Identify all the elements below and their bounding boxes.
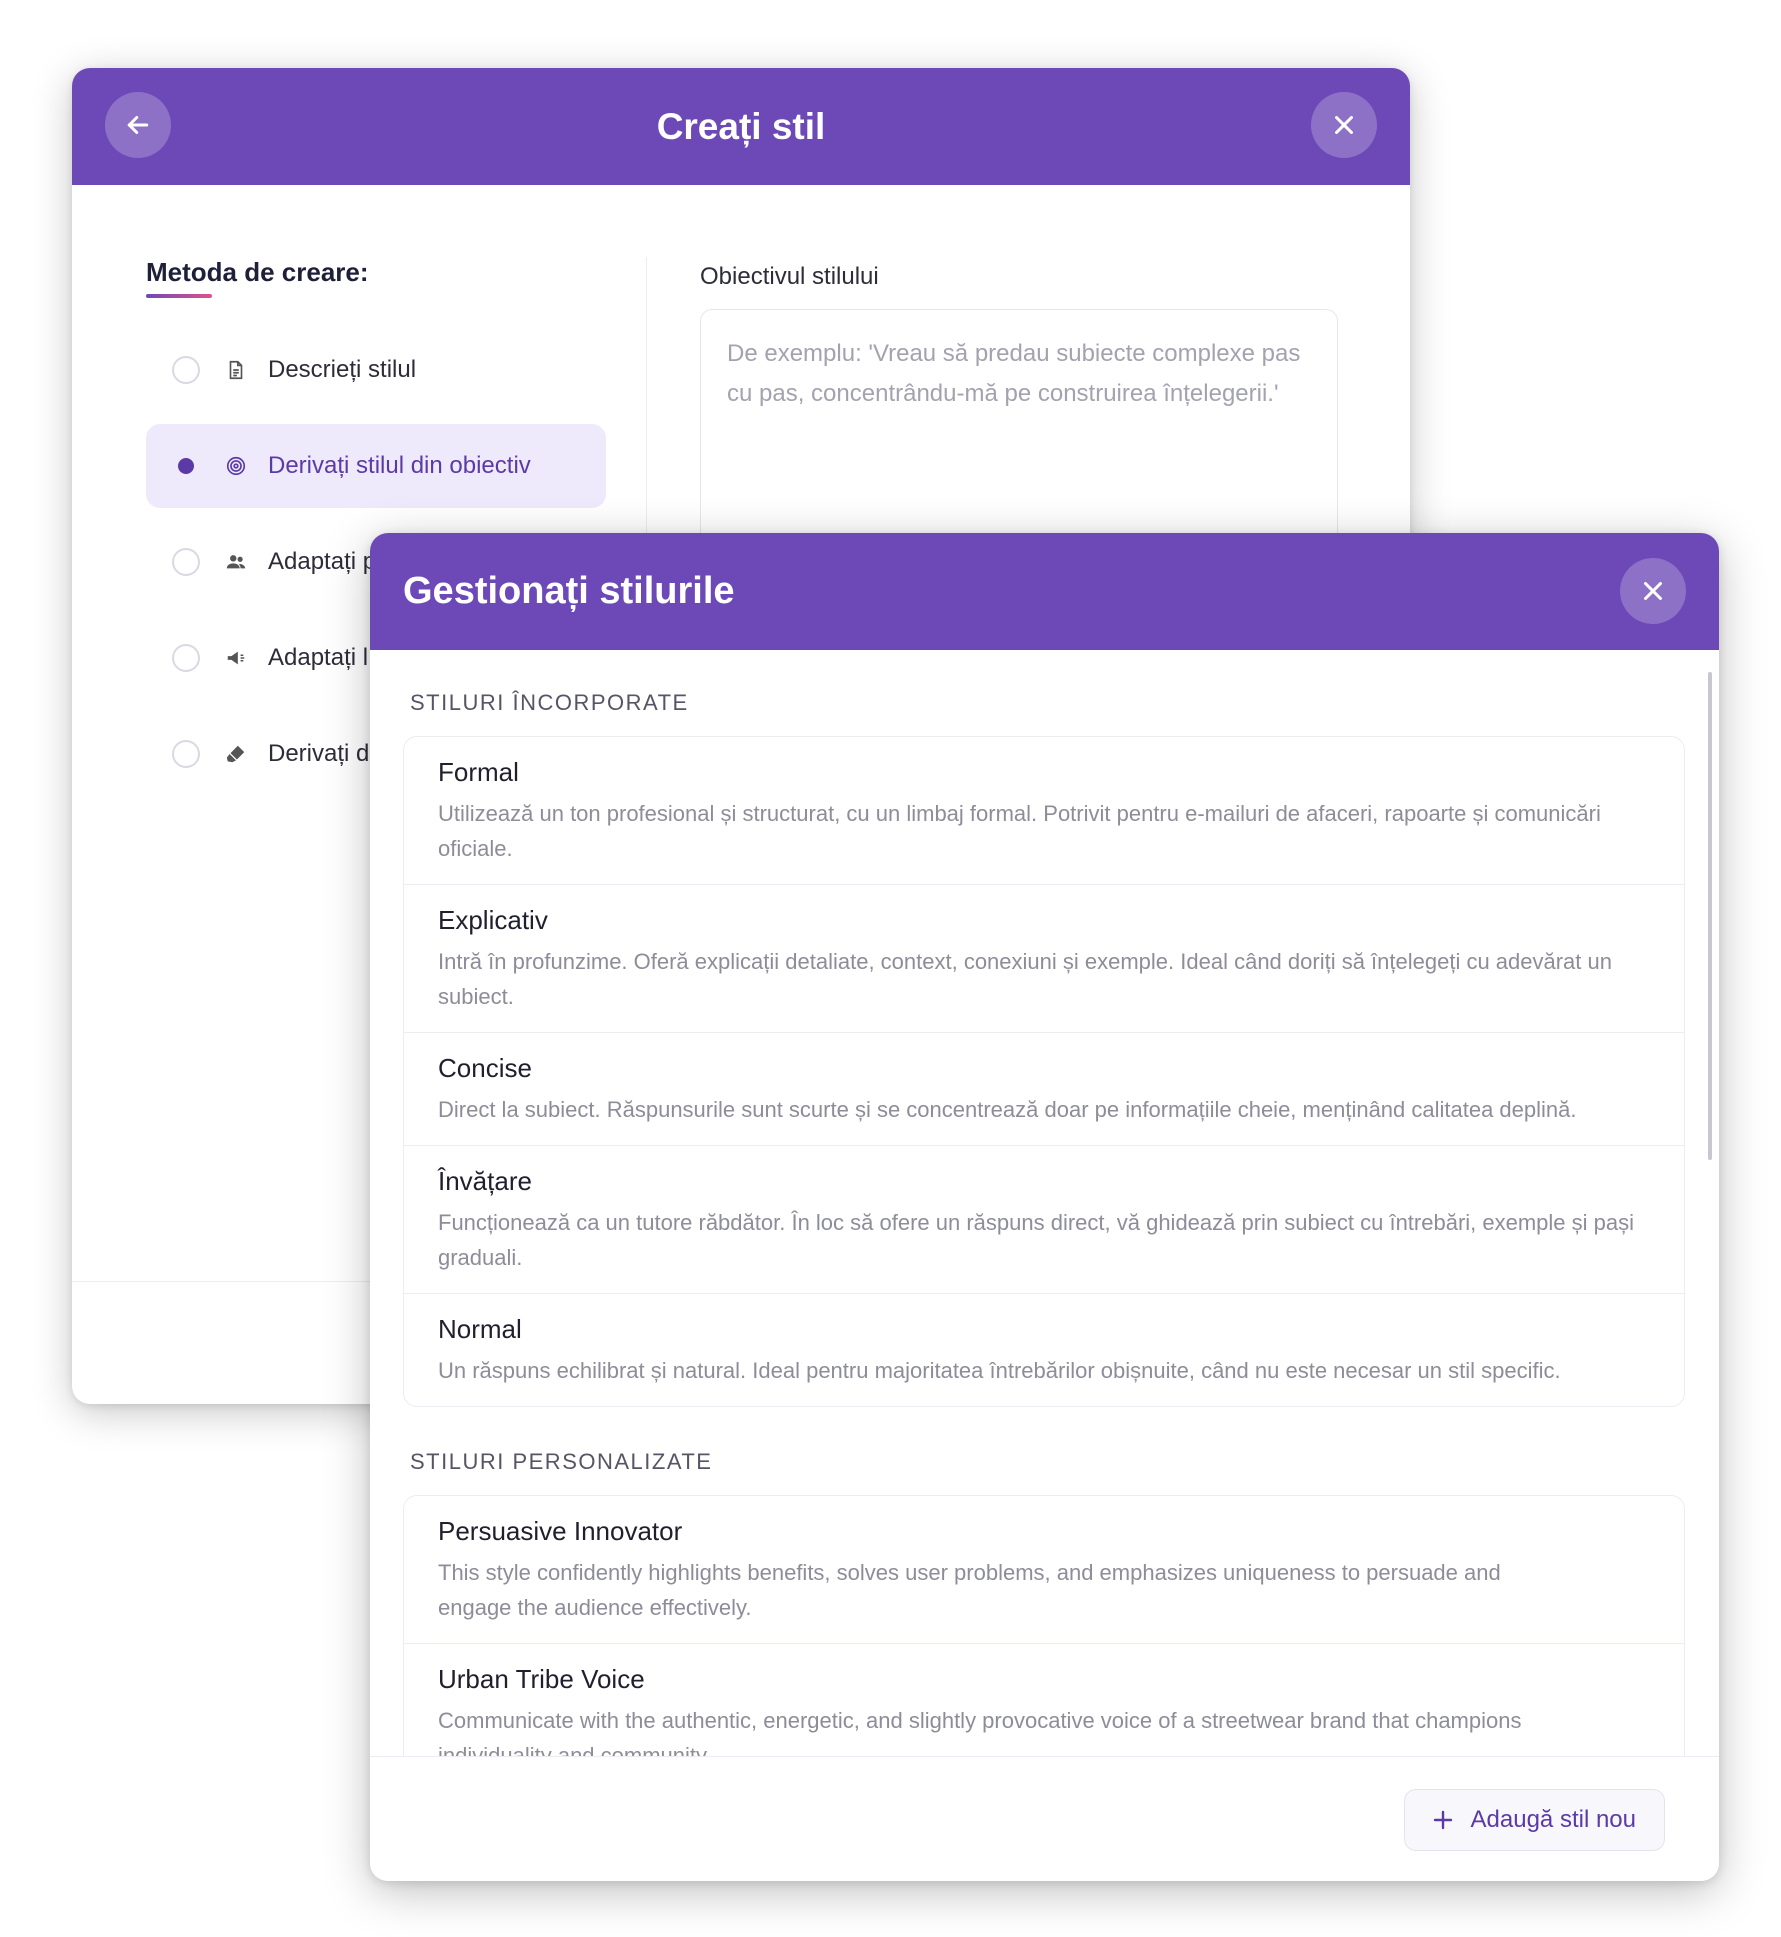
radio-button[interactable] (172, 740, 200, 768)
style-description: Un răspuns echilibrat și natural. Ideal … (438, 1358, 1561, 1383)
styles-list-scroll-area[interactable]: STILURI ÎNCORPORATE Formal Utilizează un… (370, 650, 1719, 1756)
method-label: Metoda de creare: (146, 257, 369, 298)
radio-button[interactable] (172, 644, 200, 672)
method-label-text: Adaptați l (268, 644, 369, 671)
method-label-text: Adaptați p (268, 548, 377, 575)
style-name: Urban Tribe Voice (438, 1664, 645, 1694)
radio-button-selected[interactable] (172, 452, 200, 480)
style-description: This style confidently highlights benefi… (438, 1560, 1501, 1620)
style-name: Persuasive Innovator (438, 1516, 683, 1546)
style-item-concise[interactable]: Concise Direct la subiect. Răspunsurile … (404, 1033, 1684, 1146)
style-description: Funcționează ca un tutore răbdător. În l… (438, 1210, 1635, 1270)
manage-styles-title: Gestionați stilurile (403, 570, 735, 612)
style-name: Concise (438, 1053, 532, 1083)
style-goal-label: Obiectivul stilului (700, 263, 879, 290)
method-label-text: Descrieți stilul (268, 356, 417, 383)
create-style-title: Creați stil (656, 105, 826, 147)
style-item-normal[interactable]: Normal Un răspuns echilibrat și natural.… (404, 1294, 1684, 1406)
style-item-urban-tribe-voice[interactable]: Urban Tribe Voice Communicate with the a… (404, 1644, 1684, 1756)
style-item-persuasive-innovator[interactable]: Persuasive Innovator This style confiden… (404, 1496, 1684, 1644)
back-button[interactable] (105, 92, 171, 158)
scrollbar-thumb[interactable] (1708, 672, 1712, 1160)
megaphone-icon (224, 646, 248, 670)
method-describe-style[interactable]: Descrieți stilul (146, 328, 606, 412)
method-label-text: Derivați stilul din obiectiv (268, 452, 531, 479)
create-style-header: Creați stil (72, 68, 1410, 185)
style-description: Utilizează un ton profesional și structu… (438, 801, 1601, 861)
custom-styles-heading: STILURI PERSONALIZATE (410, 1449, 713, 1474)
custom-styles-list: Persuasive Innovator This style confiden… (403, 1495, 1685, 1756)
arrow-left-icon (127, 116, 149, 134)
style-item-formal[interactable]: Formal Utilizează un ton profesional și … (404, 737, 1684, 885)
radio-button[interactable] (172, 548, 200, 576)
method-label-text: Derivați d (268, 740, 370, 767)
method-derive-from-goal[interactable]: Derivați stilul din obiectiv (146, 424, 606, 508)
style-description: Communicate with the authentic, energeti… (438, 1708, 1522, 1756)
style-name: Normal (438, 1314, 522, 1344)
style-name: Formal (438, 757, 519, 787)
style-item-explicativ[interactable]: Explicativ Intră în profunzime. Oferă ex… (404, 885, 1684, 1033)
add-new-style-button[interactable]: Adaugă stil nou (1403, 1789, 1665, 1851)
style-name: Explicativ (438, 905, 548, 935)
brush-icon (224, 742, 248, 766)
radio-button[interactable] (172, 356, 200, 384)
builtin-styles-heading: STILURI ÎNCORPORATE (410, 690, 689, 715)
document-icon (224, 358, 248, 382)
manage-styles-header: Gestionați stilurile (370, 533, 1719, 650)
add-new-style-label: Adaugă stil nou (1470, 1806, 1636, 1833)
style-description: Direct la subiect. Răspunsurile sunt scu… (438, 1097, 1577, 1122)
plus-icon (1433, 1810, 1452, 1830)
people-icon (224, 550, 248, 574)
manage-styles-footer: Adaugă stil nou (370, 1756, 1719, 1881)
close-manage-button[interactable] (1620, 558, 1686, 624)
close-icon (1335, 116, 1353, 134)
builtin-styles-list: Formal Utilizează un ton profesional și … (403, 736, 1685, 1407)
style-goal-input[interactable]: De exemplu: 'Vreau să predau subiecte co… (700, 309, 1338, 569)
manage-styles-modal: Gestionați stilurile STILURI ÎNCORPORATE… (370, 533, 1719, 1881)
style-item-invatare[interactable]: Învățare Funcționează ca un tutore răbdă… (404, 1146, 1684, 1294)
style-goal-column: Obiectivul stilului De exemplu: 'Vreau s… (700, 257, 1340, 569)
close-icon (1644, 582, 1662, 600)
target-icon (224, 454, 248, 478)
style-name: Învățare (438, 1166, 532, 1196)
style-description: Intră în profunzime. Oferă explicații de… (438, 949, 1612, 1009)
close-create-button[interactable] (1311, 92, 1377, 158)
